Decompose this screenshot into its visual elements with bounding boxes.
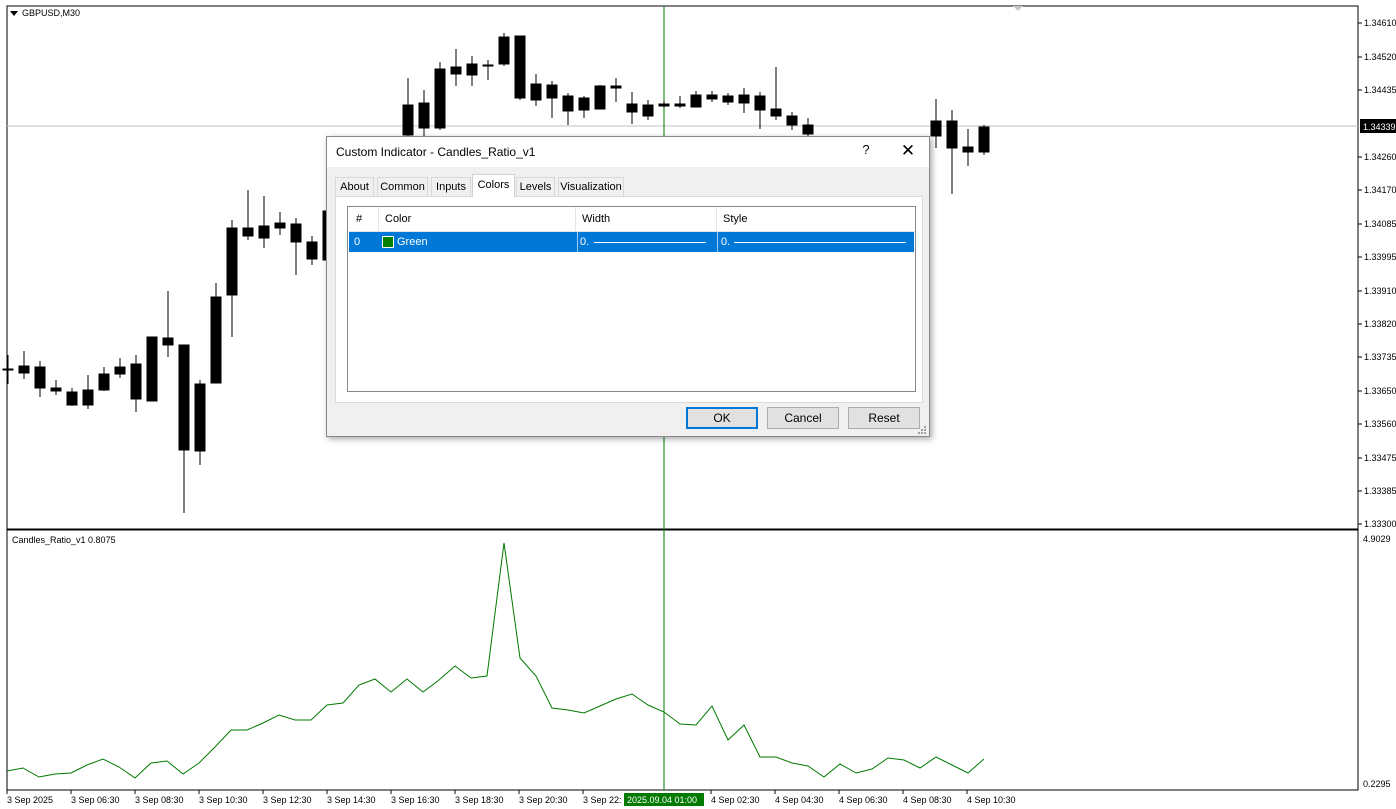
- tab-inputs[interactable]: Inputs: [431, 177, 471, 196]
- colors-grid: # Color Width Style 0 Green 0. 0.: [347, 206, 916, 392]
- time-tick-label: 3 Sep 14:30: [327, 795, 376, 805]
- width-line-sample: [594, 242, 706, 243]
- tab-colors[interactable]: Colors: [472, 174, 515, 197]
- ok-button[interactable]: OK: [686, 407, 758, 429]
- table-row[interactable]: 0 Green 0. 0.: [349, 232, 914, 252]
- time-tick-label: 4 Sep 10:30: [967, 795, 1016, 805]
- price-tick-label: 1.34170: [1364, 185, 1396, 195]
- row-index: 0: [354, 236, 361, 248]
- dialog-titlebar[interactable]: Custom Indicator - Candles_Ratio_v1 ? ✕: [327, 137, 929, 167]
- price-tick-label: 1.33735: [1364, 352, 1396, 362]
- time-tick-label: 4 Sep 08:30: [903, 795, 952, 805]
- time-tick-label: 4 Sep 06:30: [839, 795, 888, 805]
- time-tick-label: 3 Sep 16:30: [391, 795, 440, 805]
- time-tick-label: 3 Sep 22:: [583, 795, 622, 805]
- time-tick-label: 3 Sep 18:30: [455, 795, 504, 805]
- tab-levels[interactable]: Levels: [516, 177, 555, 196]
- candle: [434, 62, 446, 130]
- price-axis: 1.34610 1.34520 1.34435 1.34260 1.34170 1.340…: [1358, 18, 1396, 529]
- help-button[interactable]: ?: [858, 142, 874, 162]
- time-tick-label: 4 Sep 02:30: [711, 795, 760, 805]
- time-tick-label: 3 Sep 12:30: [263, 795, 312, 805]
- candle: [978, 125, 990, 155]
- price-tick-label: 1.34435: [1364, 85, 1396, 95]
- indicator-label: Candles_Ratio_v1 0.8075: [12, 535, 116, 545]
- price-tick-label: 1.34260: [1364, 152, 1396, 162]
- price-tick-label: 1.34520: [1364, 52, 1396, 62]
- current-price-tag: 1.34339: [1363, 122, 1396, 132]
- style-line-sample: [734, 242, 906, 243]
- crosshair-time-label: 2025.09.04 01:00: [627, 795, 697, 805]
- indicator-min-label: 0.2295: [1363, 779, 1391, 789]
- grid-header-index[interactable]: #: [356, 207, 362, 231]
- tab-about[interactable]: About: [335, 177, 374, 196]
- close-button[interactable]: ✕: [897, 140, 919, 162]
- price-tick-label: 1.34610: [1364, 18, 1396, 28]
- dialog-title: Custom Indicator - Candles_Ratio_v1: [336, 145, 536, 159]
- time-tick-label: 3 Sep 10:30: [199, 795, 248, 805]
- price-tick-label: 1.33475: [1364, 453, 1396, 463]
- custom-indicator-dialog: Custom Indicator - Candles_Ratio_v1 ? ✕ …: [326, 136, 930, 437]
- symbol-label: GBPUSD,M30: [22, 8, 80, 18]
- candle: [514, 35, 526, 100]
- tab-visualization[interactable]: Visualization: [558, 177, 624, 196]
- price-tick-label: 1.33560: [1364, 419, 1396, 429]
- price-tick-label: 1.33385: [1364, 486, 1396, 496]
- indicator-max-label: 4.9029: [1363, 534, 1391, 544]
- price-tick-label: 1.33910: [1364, 286, 1396, 296]
- price-tick-label: 1.33650: [1364, 386, 1396, 396]
- time-tick-label: 3 Sep 2025: [7, 795, 53, 805]
- price-tick-label: 1.33300: [1364, 519, 1396, 529]
- time-tick-label: 3 Sep 20:30: [519, 795, 568, 805]
- price-tick-label: 1.33820: [1364, 319, 1396, 329]
- candle: [146, 336, 158, 402]
- candle: [210, 283, 222, 384]
- cancel-button[interactable]: Cancel: [767, 407, 839, 429]
- time-tick-label: 4 Sep 04:30: [775, 795, 824, 805]
- price-tick-label: 1.34085: [1364, 219, 1396, 229]
- price-tick-label: 1.33995: [1364, 252, 1396, 262]
- grid-header-style[interactable]: Style: [723, 207, 747, 231]
- candle: [594, 85, 606, 110]
- time-tick-label: 3 Sep 06:30: [71, 795, 120, 805]
- grid-header-width[interactable]: Width: [582, 207, 610, 231]
- color-swatch-icon[interactable]: [382, 236, 394, 248]
- style-value[interactable]: 0.: [721, 232, 730, 252]
- tab-common[interactable]: Common: [377, 177, 428, 196]
- candle: [498, 33, 510, 66]
- colors-tab-panel: # Color Width Style 0 Green 0. 0.: [335, 196, 923, 403]
- time-tick-label: 3 Sep 08:30: [135, 795, 184, 805]
- reset-button[interactable]: Reset: [848, 407, 920, 429]
- color-name[interactable]: Green: [397, 232, 428, 252]
- width-value[interactable]: 0.: [580, 232, 589, 252]
- grid-header-color[interactable]: Color: [385, 207, 411, 231]
- time-axis: 3 Sep 2025 3 Sep 06:30 3 Sep 08:30 3 Sep 10…: [6, 790, 1016, 805]
- resize-grip-icon[interactable]: [917, 425, 927, 435]
